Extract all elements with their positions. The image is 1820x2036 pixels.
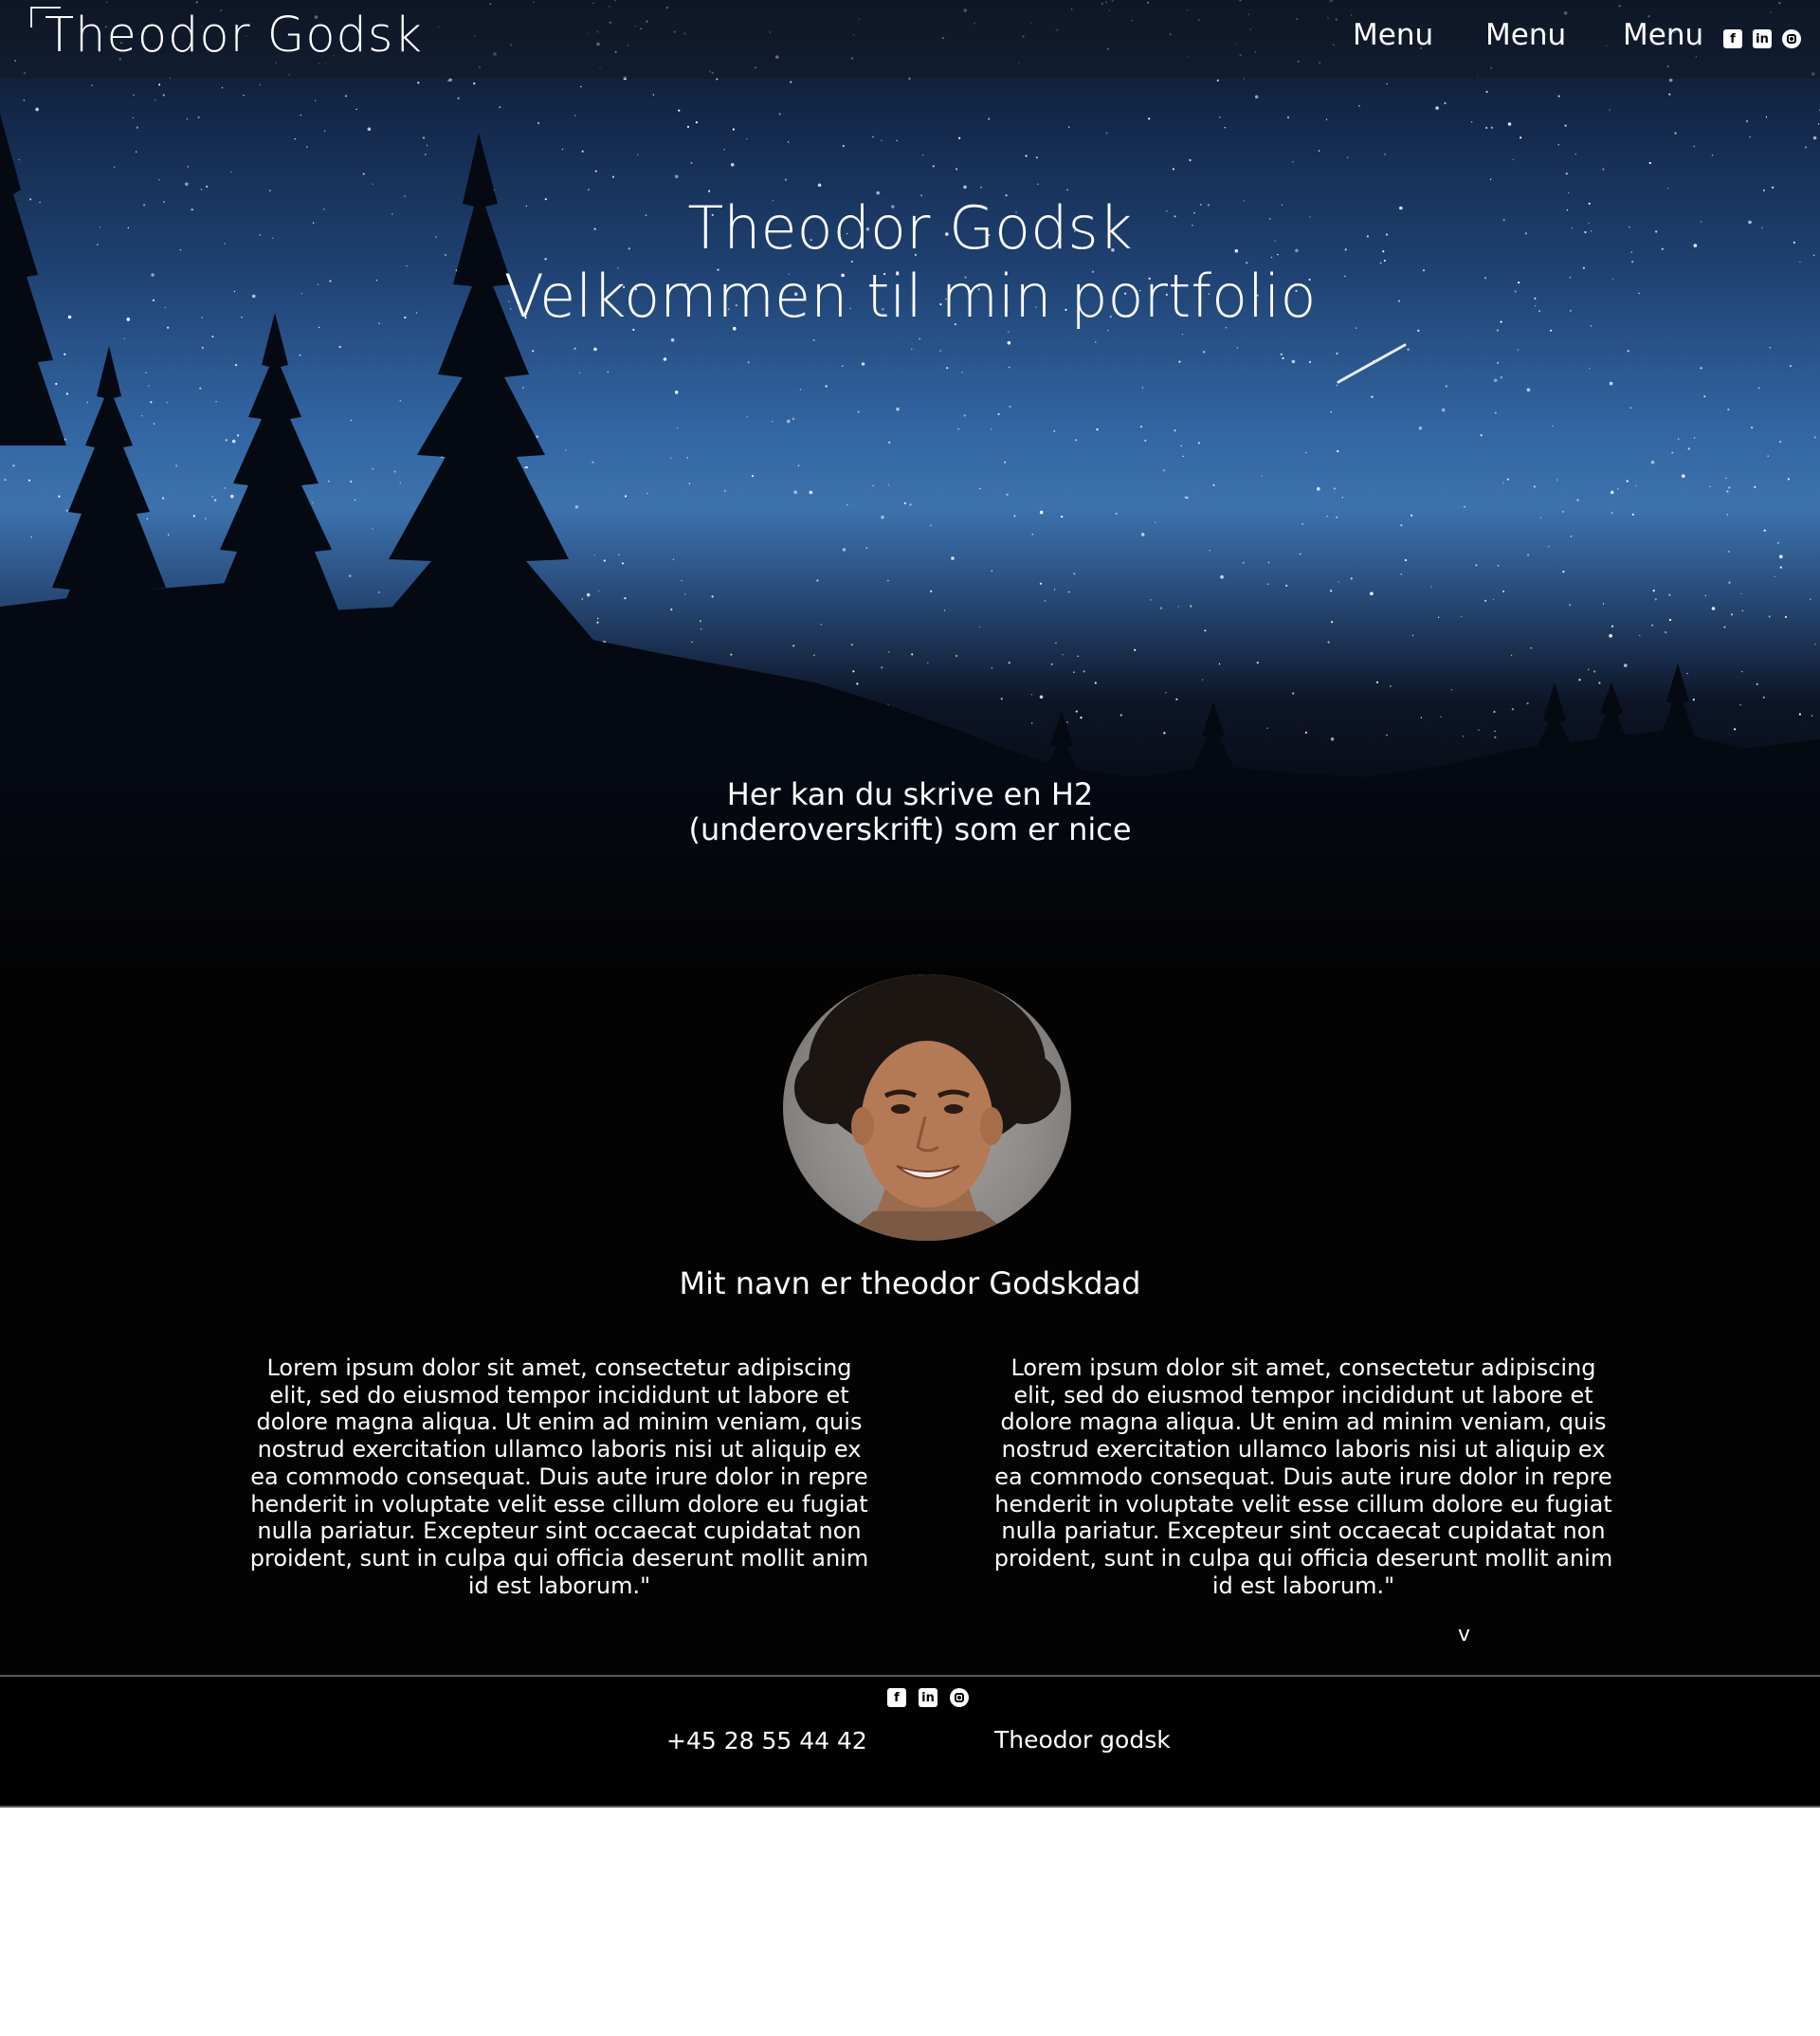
footer-phone-number[interactable]: +45 28 55 44 42 (666, 1727, 867, 1754)
text-line: proident, sunt in culpa qui officia dese… (249, 1544, 869, 1572)
text-line: elit, sed do eiusmod tempor incididunt u… (269, 1381, 849, 1409)
text-line: ea commodo consequat. Duis aute irure do… (994, 1463, 1612, 1490)
text-line: Lorem ipsum dolor sit amet, consectetur … (1010, 1354, 1596, 1381)
nav-menu-2[interactable]: Menu (1485, 18, 1566, 52)
footer-social-links: f in (887, 1688, 969, 1707)
about-paragraph-right: Lorem ipsum dolor sit amet, consectetur … (976, 1354, 1630, 1599)
facebook-icon[interactable]: f (887, 1688, 906, 1707)
nav-menu-3[interactable]: Menu (1623, 18, 1703, 52)
hero-subheading: Her kan du skrive en H2 (underoverskrift… (0, 777, 1820, 847)
text-line: dolore magna aliqua. Ut enim ad minim ve… (1000, 1409, 1607, 1436)
linkedin-icon[interactable]: in (919, 1688, 937, 1707)
text-line: elit, sed do eiusmod tempor incididunt u… (1013, 1381, 1593, 1409)
hero-title-welcome: Velkommen til min portfolio (503, 262, 1317, 331)
text-line: nulla pariatur. Excepteur sint occaecat … (1001, 1518, 1606, 1545)
text-line: nostrud exercitation ullamco laboris nis… (257, 1436, 862, 1463)
text-line: id est laborum." (467, 1572, 651, 1599)
text-line: henderit in voluptate velit esse cillum … (994, 1490, 1612, 1518)
profile-photo (783, 974, 1071, 1241)
text-line: henderit in voluptate velit esse cillum … (250, 1490, 868, 1518)
text-line: dolore magna aliqua. Ut enim ad minim ve… (256, 1409, 863, 1436)
nav-menu-1[interactable]: Menu (1353, 18, 1433, 52)
instagram-icon[interactable] (1782, 29, 1801, 48)
text-line: id est laborum." (1211, 1572, 1395, 1599)
hero-subheading-line2: (underoverskrift) som er nice (688, 811, 1132, 847)
profile-portrait-illustration (794, 974, 1061, 1241)
about-paragraph-left: Lorem ipsum dolor sit amet, consectetur … (232, 1354, 886, 1599)
hero-subheading-line1: Her kan du skrive en H2 (726, 776, 1094, 812)
instagram-icon[interactable] (950, 1688, 969, 1707)
linkedin-icon[interactable]: in (1753, 29, 1772, 48)
portfolio-page: Theodor Godsk Menu Menu Menu f in Theodo… (0, 0, 1820, 2036)
about-heading: Mit navn er theodor Godskdad (679, 1265, 1141, 1301)
scroll-down-marker[interactable]: v (1458, 1623, 1470, 1646)
text-line: Lorem ipsum dolor sit amet, consectetur … (266, 1354, 852, 1381)
hero-heading: Theodor Godsk Velkommen til min portfoli… (0, 194, 1820, 331)
text-line: nostrud exercitation ullamco laboris nis… (1001, 1436, 1606, 1463)
facebook-icon[interactable]: f (1723, 29, 1742, 48)
site-logo[interactable]: Theodor Godsk (45, 8, 423, 64)
text-line: proident, sunt in culpa qui officia dese… (993, 1544, 1613, 1572)
footer-owner-name: Theodor godsk (994, 1726, 1171, 1754)
text-line: ea commodo consequat. Duis aute irure do… (250, 1463, 868, 1490)
hero-title-name: Theodor Godsk (687, 193, 1133, 263)
top-navigation-bar: Theodor Godsk Menu Menu Menu f in (0, 0, 1820, 79)
header-social-links: f in (1723, 29, 1801, 48)
text-line: nulla pariatur. Excepteur sint occaecat … (257, 1518, 862, 1545)
